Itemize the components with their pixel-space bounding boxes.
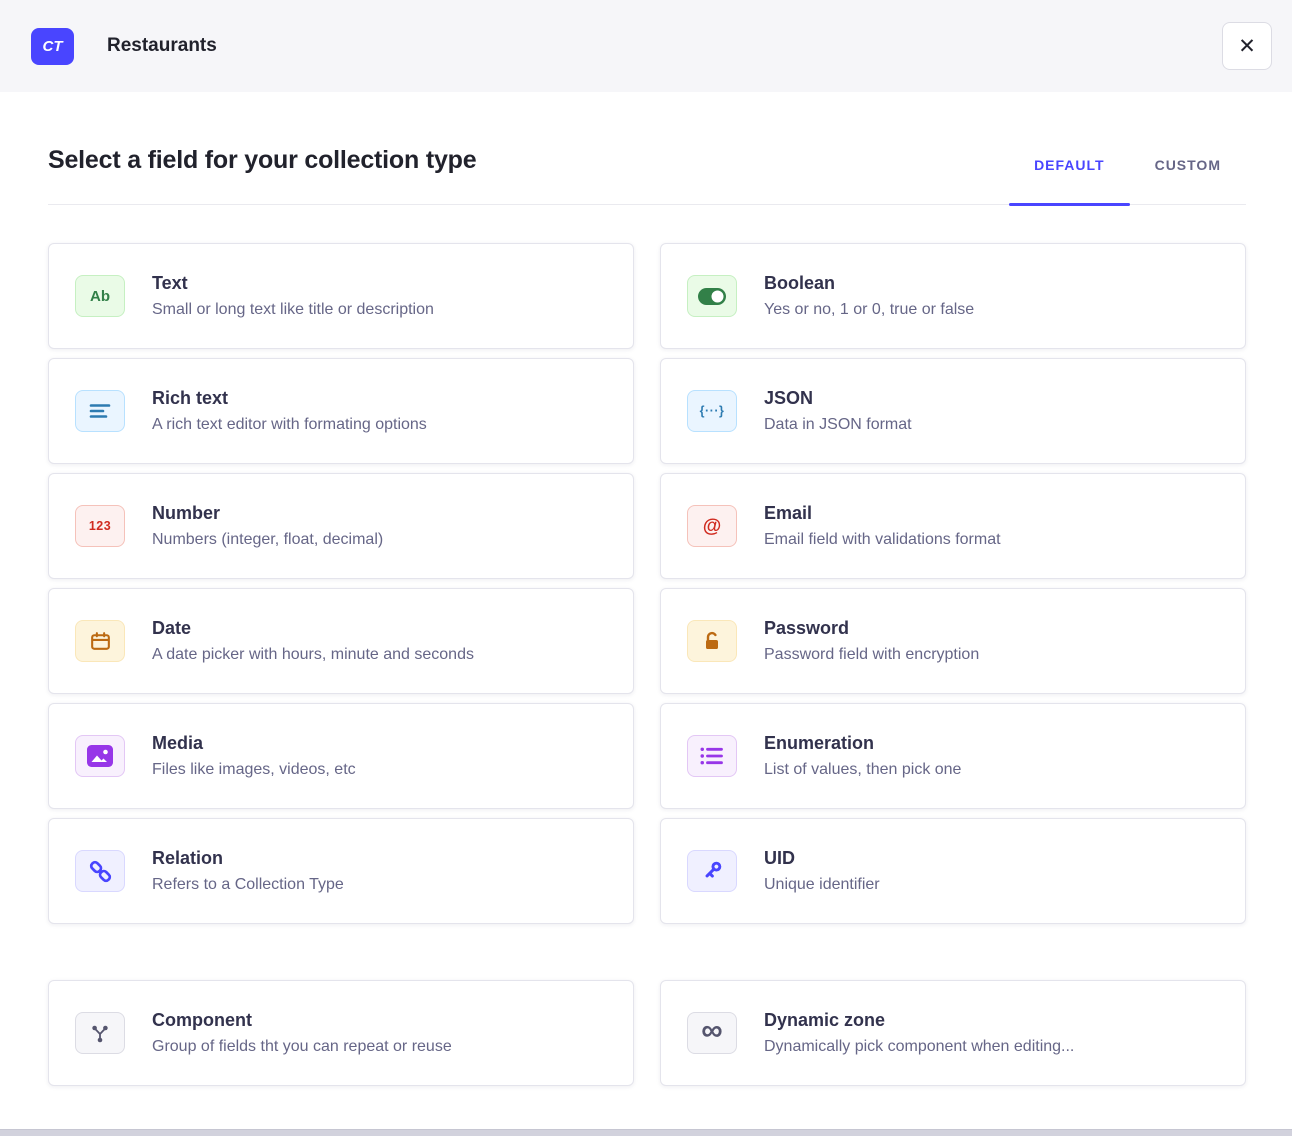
field-description: Refers to a Collection Type — [152, 876, 344, 894]
field-title: Password — [764, 618, 979, 639]
component-nodes-icon — [75, 1012, 125, 1054]
calendar-icon — [75, 620, 125, 662]
field-description: Group of fields tht you can repeat or re… — [152, 1038, 452, 1056]
field-card-json[interactable]: {···} JSON Data in JSON format — [660, 358, 1246, 464]
field-description: Password field with encryption — [764, 646, 979, 664]
toggle-on-icon — [687, 275, 737, 317]
field-description: Files like images, videos, etc — [152, 761, 356, 779]
text-ab-icon: Ab — [75, 275, 125, 317]
tab-custom[interactable]: CUSTOM — [1130, 157, 1246, 204]
page-title: Select a field for your collection type — [48, 146, 476, 204]
collection-type-badge: CT — [31, 28, 74, 65]
field-title: Relation — [152, 848, 344, 869]
field-description: A date picker with hours, minute and sec… — [152, 646, 474, 664]
number-123-icon: 123 — [75, 505, 125, 547]
field-card-component[interactable]: Component Group of fields tht you can re… — [48, 980, 634, 1086]
field-description: Small or long text like title or descrip… — [152, 301, 434, 319]
key-icon — [687, 850, 737, 892]
field-title: Dynamic zone — [764, 1010, 1074, 1031]
braces-icon: {···} — [687, 390, 737, 432]
modal-header: CT Restaurants ✕ — [0, 0, 1292, 92]
field-card-enumeration[interactable]: Enumeration List of values, then pick on… — [660, 703, 1246, 809]
field-card-boolean[interactable]: Boolean Yes or no, 1 or 0, true or false — [660, 243, 1246, 349]
text-lines-icon — [75, 390, 125, 432]
lock-icon — [687, 620, 737, 662]
field-title: Number — [152, 503, 383, 524]
picture-icon — [75, 735, 125, 777]
field-title: UID — [764, 848, 880, 869]
field-description: Dynamically pick component when editing.… — [764, 1038, 1074, 1056]
field-description: Yes or no, 1 or 0, true or false — [764, 301, 974, 319]
field-card-relation[interactable]: Relation Refers to a Collection Type — [48, 818, 634, 924]
field-title: Date — [152, 618, 474, 639]
title-row: Select a field for your collection type … — [48, 146, 1246, 205]
collection-name: Restaurants — [107, 35, 217, 57]
field-card-email[interactable]: @ Email Email field with validations for… — [660, 473, 1246, 579]
chain-link-icon — [75, 850, 125, 892]
field-card-uid[interactable]: UID Unique identifier — [660, 818, 1246, 924]
infinity-icon: ∞ — [687, 1012, 737, 1054]
close-icon: ✕ — [1238, 36, 1256, 57]
field-card-media[interactable]: Media Files like images, videos, etc — [48, 703, 634, 809]
field-card-rich-text[interactable]: Rich text A rich text editor with format… — [48, 358, 634, 464]
field-description: Unique identifier — [764, 876, 880, 894]
field-title: Boolean — [764, 273, 974, 294]
close-button[interactable]: ✕ — [1222, 22, 1272, 70]
field-title: Text — [152, 273, 434, 294]
advanced-fields-grid: Component Group of fields tht you can re… — [48, 980, 1246, 1086]
at-sign-icon: @ — [687, 505, 737, 547]
field-card-number[interactable]: 123 Number Numbers (integer, float, deci… — [48, 473, 634, 579]
field-description: Email field with validations format — [764, 531, 1001, 549]
field-description: List of values, then pick one — [764, 761, 961, 779]
field-card-date[interactable]: Date A date picker with hours, minute an… — [48, 588, 634, 694]
field-title: JSON — [764, 388, 912, 409]
field-title: Media — [152, 733, 356, 754]
field-description: A rich text editor with formating option… — [152, 416, 427, 434]
default-fields-grid: Ab Text Small or long text like title or… — [48, 243, 1246, 924]
field-title: Rich text — [152, 388, 427, 409]
tab-default[interactable]: DEFAULT — [1009, 157, 1130, 204]
field-description: Numbers (integer, float, decimal) — [152, 531, 383, 549]
field-type-tabs: DEFAULT CUSTOM — [1009, 157, 1246, 204]
field-card-dynamic-zone[interactable]: ∞ Dynamic zone Dynamically pick componen… — [660, 980, 1246, 1086]
field-description: Data in JSON format — [764, 416, 912, 434]
field-title: Email — [764, 503, 1001, 524]
field-title: Enumeration — [764, 733, 961, 754]
field-title: Component — [152, 1010, 452, 1031]
footer-edge — [0, 1129, 1292, 1136]
field-card-text[interactable]: Ab Text Small or long text like title or… — [48, 243, 634, 349]
field-card-password[interactable]: Password Password field with encryption — [660, 588, 1246, 694]
bullet-list-icon — [687, 735, 737, 777]
